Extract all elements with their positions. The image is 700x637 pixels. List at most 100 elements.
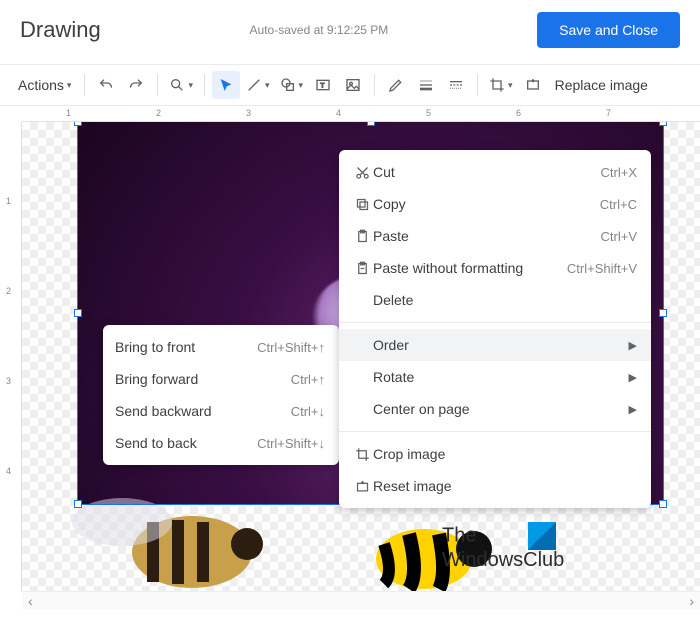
- reset-image-button[interactable]: [519, 71, 547, 99]
- line-weight-icon: [418, 77, 434, 93]
- toolbar: Actions T: [0, 65, 700, 106]
- center-on-page-item[interactable]: Center on page ▶: [339, 393, 651, 425]
- paste-icon: [351, 229, 373, 244]
- separator: [157, 74, 158, 96]
- replace-image-label: Replace image: [555, 77, 648, 93]
- menu-label: Bring forward: [115, 371, 267, 387]
- delete-item[interactable]: Delete: [339, 284, 651, 316]
- svg-text:T: T: [320, 83, 324, 90]
- separator: [374, 74, 375, 96]
- select-tool-button[interactable]: [212, 71, 240, 99]
- dialog-header: Drawing Auto-saved at 9:12:25 PM Save an…: [0, 0, 700, 65]
- scroll-right-icon[interactable]: ›: [683, 593, 700, 609]
- send-backward-item[interactable]: Send backward Ctrl+↓: [103, 395, 339, 427]
- border-weight-button[interactable]: [412, 71, 440, 99]
- ruler-tick: 4: [6, 466, 11, 476]
- ruler-tick: 3: [6, 376, 11, 386]
- ruler-tick: 7: [606, 108, 611, 118]
- context-menu: Cut Ctrl+X Copy Ctrl+C Paste Ctrl+V Past…: [339, 150, 651, 508]
- ruler-tick: 2: [6, 286, 11, 296]
- send-to-back-item[interactable]: Send to back Ctrl+Shift+↓: [103, 427, 339, 459]
- menu-shortcut: Ctrl+Shift+V: [567, 261, 637, 276]
- menu-shortcut: Ctrl+↑: [291, 372, 325, 387]
- menu-label: Center on page: [373, 401, 605, 417]
- ruler-tick: 2: [156, 108, 161, 118]
- copy-item[interactable]: Copy Ctrl+C: [339, 188, 651, 220]
- bee-art-left: [22, 482, 282, 591]
- line-tool-button[interactable]: [242, 71, 274, 99]
- zoom-button[interactable]: [165, 71, 197, 99]
- bring-forward-item[interactable]: Bring forward Ctrl+↑: [103, 363, 339, 395]
- separator: [477, 74, 478, 96]
- menu-shortcut: Ctrl+X: [601, 165, 637, 180]
- menu-label: Delete: [373, 292, 637, 308]
- menu-label: Paste without formatting: [373, 260, 543, 276]
- horizontal-scrollbar[interactable]: ‹ ›: [22, 591, 700, 609]
- menu-label: Crop image: [373, 446, 637, 462]
- actions-menu-button[interactable]: Actions: [12, 71, 77, 99]
- paste-item[interactable]: Paste Ctrl+V: [339, 220, 651, 252]
- watermark: The WindowsClub: [442, 522, 564, 571]
- shape-tool-button[interactable]: [276, 71, 308, 99]
- redo-button[interactable]: [122, 71, 150, 99]
- bring-to-front-item[interactable]: Bring to front Ctrl+Shift+↑: [103, 331, 339, 363]
- menu-shortcut: Ctrl+C: [600, 197, 637, 212]
- reset-image-item[interactable]: Reset image: [339, 470, 651, 502]
- ruler-tick: 6: [516, 108, 521, 118]
- textbox-icon: T: [315, 77, 331, 93]
- copy-icon: [351, 197, 373, 212]
- ruler-tick: 4: [336, 108, 341, 118]
- autosave-status: Auto-saved at 9:12:25 PM: [250, 23, 389, 37]
- actions-label: Actions: [18, 77, 64, 93]
- separator: [84, 74, 85, 96]
- rotate-item[interactable]: Rotate ▶: [339, 361, 651, 393]
- order-item[interactable]: Order ▶: [339, 329, 651, 361]
- menu-label: Send to back: [115, 435, 233, 451]
- order-submenu: Bring to front Ctrl+Shift+↑ Bring forwar…: [103, 325, 339, 465]
- cut-item[interactable]: Cut Ctrl+X: [339, 156, 651, 188]
- crop-image-item[interactable]: Crop image: [339, 438, 651, 470]
- separator: [204, 74, 205, 96]
- ruler-tick: 1: [66, 108, 71, 118]
- submenu-arrow-icon: ▶: [629, 403, 637, 416]
- menu-label: Reset image: [373, 478, 637, 494]
- menu-shortcut: Ctrl+↓: [291, 404, 325, 419]
- line-icon: [246, 77, 262, 93]
- menu-separator: [339, 322, 651, 323]
- dialog-title: Drawing: [20, 17, 101, 43]
- paste-plain-icon: [351, 261, 373, 276]
- scroll-left-icon[interactable]: ‹: [22, 593, 39, 609]
- menu-shortcut: Ctrl+Shift+↑: [257, 340, 325, 355]
- ruler-tick: 5: [426, 108, 431, 118]
- ruler-tick: 1: [6, 196, 11, 206]
- replace-image-button[interactable]: Replace image: [549, 71, 654, 99]
- menu-label: Bring to front: [115, 339, 233, 355]
- save-and-close-button[interactable]: Save and Close: [537, 12, 680, 48]
- textbox-button[interactable]: T: [309, 71, 337, 99]
- watermark-logo-icon: [528, 522, 556, 550]
- menu-separator: [339, 431, 651, 432]
- border-color-button[interactable]: [382, 71, 410, 99]
- menu-label: Rotate: [373, 369, 605, 385]
- border-dash-button[interactable]: [442, 71, 470, 99]
- crop-button[interactable]: [485, 71, 517, 99]
- menu-label: Send backward: [115, 403, 267, 419]
- paste-without-formatting-item[interactable]: Paste without formatting Ctrl+Shift+V: [339, 252, 651, 284]
- menu-label: Order: [373, 337, 605, 353]
- pencil-icon: [388, 77, 404, 93]
- undo-icon: [98, 77, 114, 93]
- menu-label: Copy: [373, 196, 576, 212]
- submenu-arrow-icon: ▶: [629, 371, 637, 384]
- undo-button[interactable]: [92, 71, 120, 99]
- watermark-line2: WindowsClub: [442, 549, 564, 571]
- menu-shortcut: Ctrl+Shift+↓: [257, 436, 325, 451]
- shape-icon: [280, 77, 296, 93]
- image-icon: [345, 77, 361, 93]
- menu-shortcut: Ctrl+V: [601, 229, 637, 244]
- submenu-arrow-icon: ▶: [629, 339, 637, 352]
- crop-icon: [351, 447, 373, 462]
- image-button[interactable]: [339, 71, 367, 99]
- cut-icon: [351, 165, 373, 180]
- redo-icon: [128, 77, 144, 93]
- menu-label: Paste: [373, 228, 577, 244]
